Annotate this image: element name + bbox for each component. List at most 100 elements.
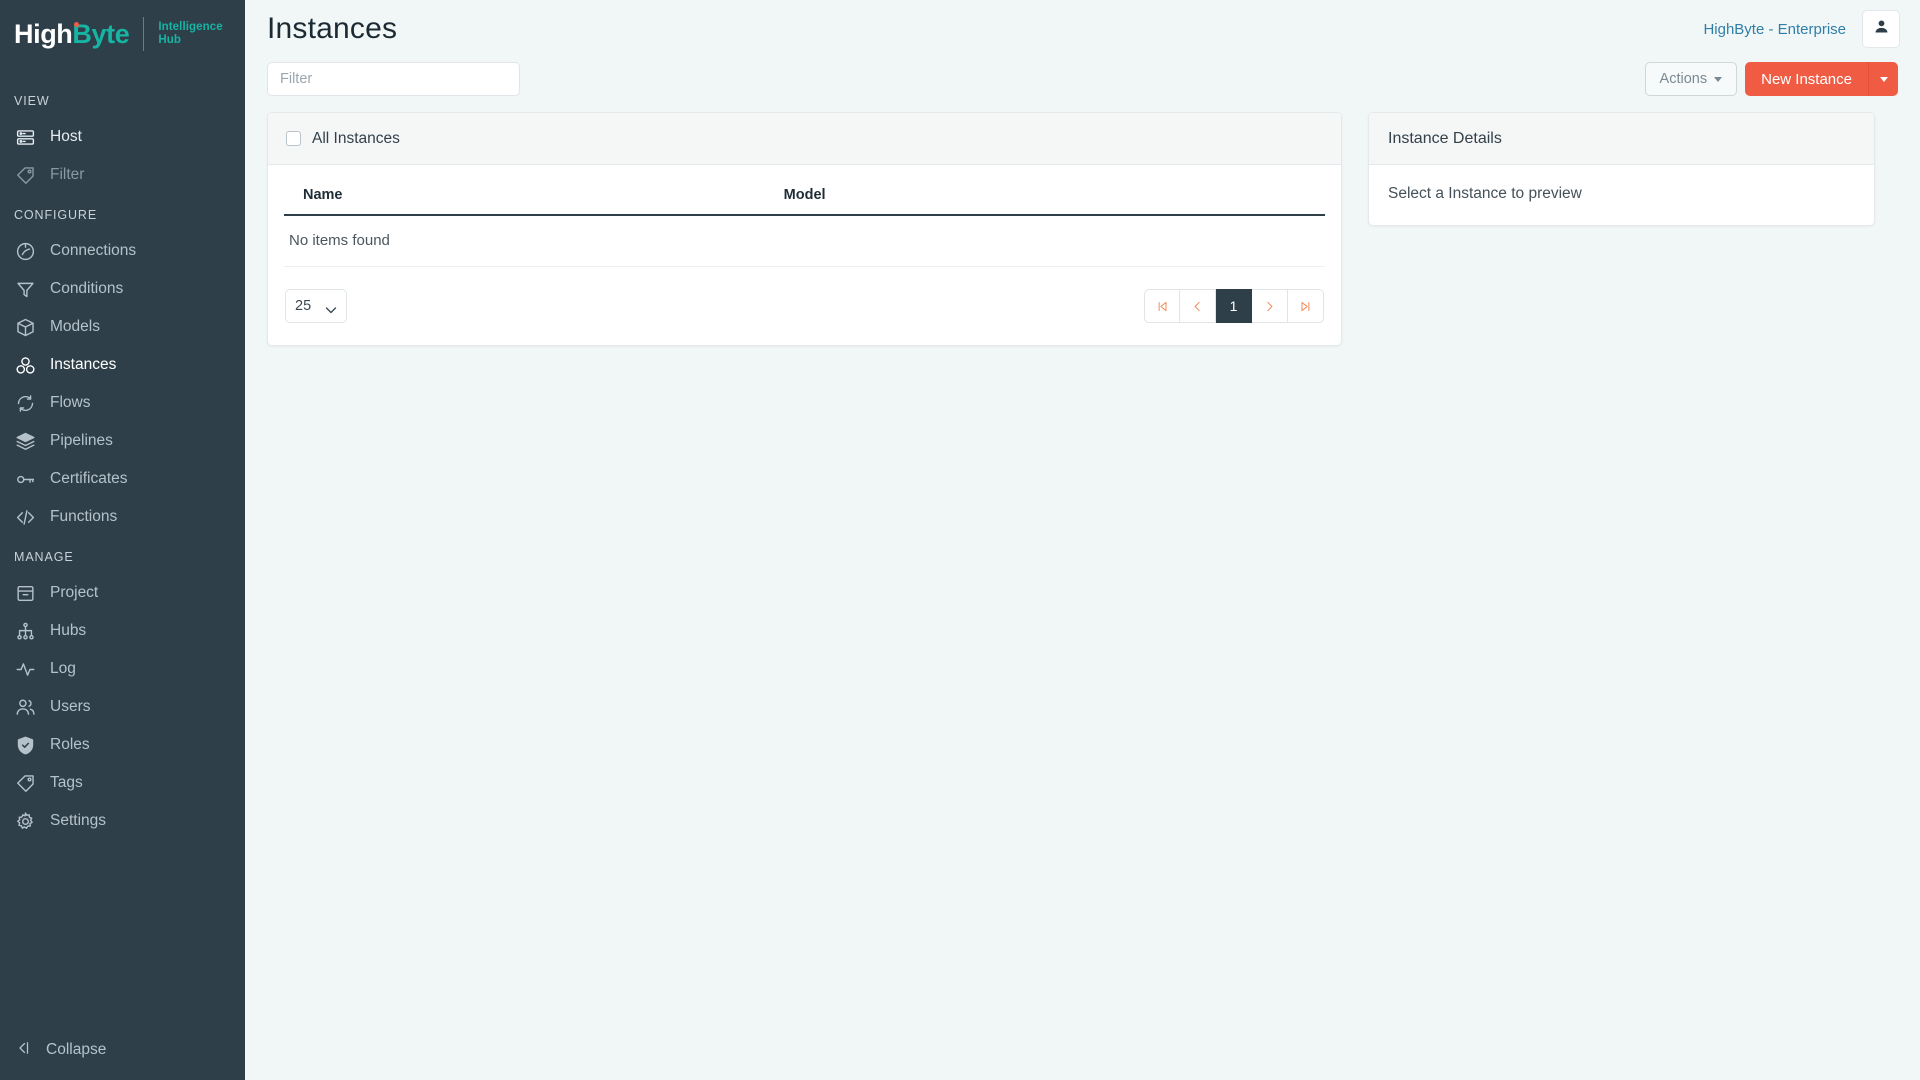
pagination: 1: [1144, 289, 1324, 323]
new-instance-button-label: New Instance: [1761, 70, 1852, 88]
instances-table: Name Model No items found: [284, 165, 1325, 267]
page-size-select[interactable]: 25: [285, 289, 347, 323]
new-instance-button[interactable]: New Instance: [1745, 62, 1868, 96]
page-1-button[interactable]: 1: [1216, 289, 1252, 323]
chevron-down-icon: [325, 302, 337, 320]
first-page-icon: [1156, 300, 1169, 313]
last-page-button[interactable]: [1288, 289, 1324, 323]
box-icon: [14, 316, 36, 338]
sidebar-item-models[interactable]: Models: [0, 308, 245, 346]
activity-icon: [14, 658, 36, 680]
instances-table-wrap: Name Model No items found: [268, 165, 1341, 267]
sidebar-collapse-label: Collapse: [46, 1041, 107, 1058]
collapse-left-icon: [14, 1039, 32, 1062]
shield-check-icon: [14, 734, 36, 756]
sidebar-item-settings[interactable]: Settings: [0, 802, 245, 840]
logo-dot-icon: [74, 21, 79, 27]
sidebar-item-label: Flows: [50, 394, 91, 411]
top-bar: Instances HighByte - Enterprise: [245, 0, 1920, 48]
top-bar-right: HighByte - Enterprise: [1703, 10, 1900, 48]
instances-list-card: All Instances Name Model No items found …: [267, 112, 1342, 346]
logo-subtitle-line2: Hub: [158, 34, 181, 46]
funnel-icon: [14, 278, 36, 300]
sidebar-item-certificates[interactable]: Certificates: [0, 460, 245, 498]
sidebar-item-log[interactable]: Log: [0, 650, 245, 688]
layers-icon: [14, 430, 36, 452]
select-all-checkbox[interactable]: [286, 131, 301, 146]
filter-input[interactable]: [267, 62, 520, 96]
sidebar-item-hubs[interactable]: Hubs: [0, 612, 245, 650]
tag-icon: [14, 772, 36, 794]
main-area: Instances HighByte - Enterprise Actions: [245, 0, 1920, 1080]
sidebar-nav: VIEW Host Filter CONFIGURE Connections Condit…: [0, 68, 245, 1020]
select-all-label: All Instances: [312, 129, 400, 147]
sidebar: HighByte Intelligence Hub VIEW Host Filter…: [0, 0, 245, 1080]
chevron-down-icon: [1879, 76, 1888, 82]
sidebar-item-label: Connections: [50, 242, 137, 259]
page-number-label: 1: [1229, 298, 1238, 314]
instances-icon: [14, 354, 36, 376]
archive-icon: [14, 582, 36, 604]
sidebar-item-connections[interactable]: Connections: [0, 232, 245, 270]
code-icon: [14, 506, 36, 528]
first-page-button[interactable]: [1144, 289, 1180, 323]
chevron-down-icon: [1714, 76, 1723, 82]
logo-high-text: High: [14, 18, 73, 49]
logo-wordmark: HighByte: [14, 18, 130, 49]
sidebar-item-host[interactable]: Host: [0, 118, 245, 156]
sidebar-item-label: Filter: [50, 166, 85, 183]
sidebar-item-instances[interactable]: Instances: [0, 346, 245, 384]
next-page-button[interactable]: [1252, 289, 1288, 323]
last-page-icon: [1299, 300, 1312, 313]
sidebar-item-label: Settings: [50, 812, 107, 829]
prev-page-button[interactable]: [1180, 289, 1216, 323]
page-size-value: 25: [295, 298, 312, 314]
sidebar-section-manage: MANAGE: [14, 550, 74, 564]
chevron-right-icon: [1263, 300, 1276, 313]
sidebar-item-tags[interactable]: Tags: [0, 764, 245, 802]
sidebar-item-flows[interactable]: Flows: [0, 384, 245, 422]
instance-details-title: Instance Details: [1369, 113, 1874, 165]
sidebar-item-label: Pipelines: [50, 432, 113, 449]
sidebar-item-label: Roles: [50, 736, 90, 753]
sidebar-item-label: Tags: [50, 774, 83, 791]
users-icon: [14, 696, 36, 718]
sidebar-item-functions[interactable]: Functions: [0, 498, 245, 536]
sidebar-item-label: Host: [50, 128, 82, 145]
sidebar-item-roles[interactable]: Roles: [0, 726, 245, 764]
table-header-row: Name Model: [284, 165, 1325, 216]
sidebar-item-users[interactable]: Users: [0, 688, 245, 726]
new-instance-button-group: New Instance: [1745, 62, 1898, 96]
user-icon: [1873, 18, 1890, 40]
column-header-name[interactable]: Name: [284, 165, 784, 216]
sidebar-item-filter[interactable]: Filter: [0, 156, 245, 194]
toolbar: Actions New Instance: [245, 48, 1920, 96]
sidebar-item-pipelines[interactable]: Pipelines: [0, 422, 245, 460]
actions-button-label: Actions: [1659, 71, 1708, 87]
instances-table-head: Name Model: [284, 165, 1325, 216]
tag-icon: [14, 164, 36, 186]
chevron-left-icon: [1191, 300, 1204, 313]
plug-icon: [14, 240, 36, 262]
server-icon: [14, 126, 36, 148]
sidebar-item-label: Certificates: [50, 470, 128, 487]
sidebar-item-label: Conditions: [50, 280, 124, 297]
logo-divider: [143, 17, 145, 51]
sidebar-item-label: Models: [50, 318, 100, 335]
sidebar-section-configure: CONFIGURE: [14, 208, 98, 222]
sidebar-item-project[interactable]: Project: [0, 574, 245, 612]
logo-subtitle-line1: Intelligence: [158, 20, 223, 33]
column-header-model[interactable]: Model: [783, 165, 1325, 216]
user-menu-button[interactable]: [1862, 10, 1900, 48]
new-instance-dropdown-button[interactable]: [1868, 62, 1898, 96]
sidebar-item-label: Users: [50, 698, 91, 715]
empty-state-text: No items found: [284, 215, 1325, 267]
table-row-empty: No items found: [284, 215, 1325, 267]
sidebar-item-conditions[interactable]: Conditions: [0, 270, 245, 308]
app-root: HighByte Intelligence Hub VIEW Host Filter…: [0, 0, 1920, 1080]
pagination-bar: 25 1: [268, 267, 1341, 345]
app-logo[interactable]: HighByte Intelligence Hub: [0, 0, 245, 68]
tenant-label: HighByte - Enterprise: [1703, 20, 1846, 38]
actions-button[interactable]: Actions: [1644, 62, 1738, 96]
sidebar-collapse-button[interactable]: Collapse: [0, 1020, 245, 1080]
